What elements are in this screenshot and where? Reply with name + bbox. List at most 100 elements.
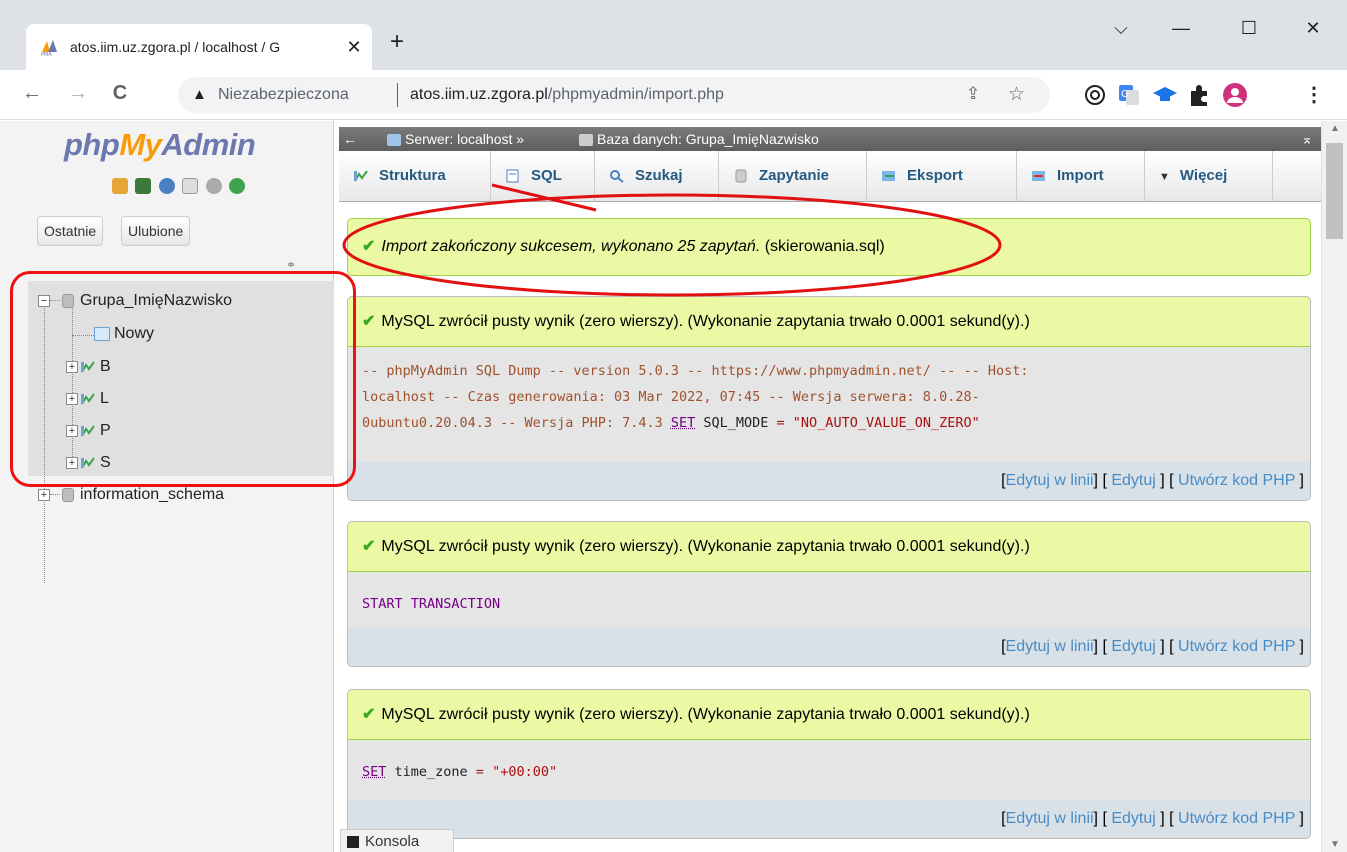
back-button[interactable]: ←	[18, 82, 46, 105]
logout-icon[interactable]	[135, 178, 152, 194]
minimize-button[interactable]: —	[1166, 18, 1196, 39]
sql-line: 0ubuntu0.20.04.3 -- Wersja PHP: 7.4.3 SE…	[362, 410, 1296, 436]
tab-close-icon[interactable]: ✕	[342, 35, 366, 59]
sql-code[interactable]: SET time_zone = "+00:00"	[348, 740, 1310, 785]
collapse-nav-arrow-icon[interactable]: ←	[343, 127, 357, 151]
google-translate-icon[interactable]: G	[1116, 82, 1142, 108]
reload-nav-icon[interactable]	[229, 178, 246, 194]
result-status: ✔ MySQL zwrócił pusty wynik (zero wierszy…	[348, 522, 1310, 572]
not-secure-warning-icon[interactable]: ▲	[192, 86, 207, 103]
logo-my: My	[119, 127, 162, 162]
result-actions: [Edytuj w linii] [ Edytuj ] [ Utwórz kod…	[348, 628, 1310, 666]
home-icon[interactable]	[112, 178, 128, 194]
sql-statement: START TRANSACTION	[362, 596, 501, 612]
new-tab-button[interactable]: +	[390, 30, 404, 54]
db-name-label: information_schema	[80, 486, 225, 503]
help-icon[interactable]	[158, 178, 175, 194]
scroll-down-arrow-icon[interactable]: ▼	[1330, 839, 1340, 850]
page-scrollbar[interactable]: ▲ ▼	[1321, 121, 1347, 852]
recent-button[interactable]: Ostatnie	[37, 216, 104, 246]
forward-button[interactable]: →	[64, 82, 92, 105]
tab-more[interactable]: ▼ Więcej	[1145, 151, 1273, 202]
sql-code[interactable]: -- phpMyAdmin SQL Dump -- version 5.0.3 …	[348, 347, 1310, 436]
server-breadcrumb-bar: ← Serwer: localhost » Baza danych: Grupa…	[339, 127, 1321, 151]
phpmyadmin-favicon-icon: PMA	[41, 40, 57, 56]
phpmyadmin-logo[interactable]: phpMyAdmin	[64, 127, 256, 163]
breadcrumb-server-label: Serwer: localhost »	[405, 131, 525, 147]
address-bar[interactable]: ▲ Niezabezpieczona atos.iim.uz.zgora.pl/…	[178, 77, 1050, 113]
pma-quick-icons	[112, 178, 248, 196]
expand-expander-icon[interactable]: +	[38, 488, 50, 501]
url-text[interactable]: atos.iim.uz.zgora.pl/phpmyadmin/import.p…	[410, 86, 724, 104]
tab-title: atos.iim.uz.zgora.pl / localhost / G	[70, 39, 281, 55]
sql-comment: 0ubuntu0.20.04.3 -- Wersja PHP: 7.4.3	[362, 415, 671, 431]
extension-circle-icon[interactable]	[1082, 82, 1108, 108]
docs-icon[interactable]	[182, 178, 199, 194]
logo-php: php	[64, 127, 120, 162]
inline-edit-link[interactable]: Edytuj w linii	[1006, 472, 1094, 489]
console-toggle[interactable]: Konsola	[340, 829, 454, 852]
success-check-icon: ✔	[362, 313, 376, 330]
create-php-link[interactable]: Utwórz kod PHP	[1178, 638, 1295, 655]
browser-menu-icon[interactable]: ⋮	[1300, 82, 1328, 107]
tab-label: Import	[1057, 167, 1104, 184]
tab-search-icon[interactable]: ⌵	[1106, 18, 1136, 39]
settings-gear-icon[interactable]	[205, 178, 222, 194]
browser-window: PMA atos.iim.uz.zgora.pl / localhost / G…	[0, 0, 1347, 852]
omnibox-divider	[397, 83, 398, 107]
breadcrumb-db-label: Baza danych: Grupa_ImięNazwisko	[597, 131, 819, 147]
edit-link[interactable]: Edytuj	[1111, 810, 1155, 827]
sql-identifier: SQL_MODE	[695, 415, 777, 431]
server-icon	[387, 134, 401, 147]
success-check-icon: ✔	[362, 538, 376, 555]
favorites-button[interactable]: Ulubione	[121, 216, 191, 246]
url-path: /phpmyadmin/import.php	[547, 86, 724, 103]
graduation-cap-extension-icon[interactable]	[1152, 82, 1178, 108]
security-label[interactable]: Niezabezpieczona	[218, 86, 349, 104]
share-icon[interactable]: ⇪	[966, 84, 980, 104]
sql-line: -- phpMyAdmin SQL Dump -- version 5.0.3 …	[362, 363, 1029, 379]
sql-keyword-link[interactable]: SET	[362, 764, 386, 780]
create-php-link[interactable]: Utwórz kod PHP	[1178, 810, 1295, 827]
database-icon	[62, 487, 74, 502]
scrollbar-thumb[interactable]	[1326, 143, 1343, 239]
result-actions: [Edytuj w linii] [ Edytuj ] [ Utwórz kod…	[348, 800, 1310, 838]
console-icon	[347, 836, 359, 849]
close-window-button[interactable]: ✕	[1298, 18, 1328, 39]
edit-link[interactable]: Edytuj	[1111, 638, 1155, 655]
annotation-tree-highlight	[10, 271, 356, 487]
sql-code[interactable]: START TRANSACTION	[348, 572, 1310, 617]
browser-tab[interactable]: PMA atos.iim.uz.zgora.pl / localhost / G…	[26, 24, 372, 70]
breadcrumb-database[interactable]: Baza danych: Grupa_ImięNazwisko	[579, 127, 819, 151]
more-arrow-icon: ▼	[1159, 171, 1170, 183]
sql-string: "+00:00"	[483, 764, 558, 780]
result-status-text: MySQL zwrócił pusty wynik (zero wierszy)…	[381, 706, 1030, 723]
bookmark-star-icon[interactable]: ☆	[1008, 83, 1025, 106]
sql-identifier: time_zone	[386, 764, 476, 780]
maximize-button[interactable]: ☐	[1234, 18, 1264, 39]
result-status: ✔ MySQL zwrócił pusty wynik (zero wierszy…	[348, 690, 1310, 740]
scroll-up-arrow-icon[interactable]: ▲	[1330, 123, 1340, 134]
sql-keyword-link[interactable]: SET	[671, 415, 695, 431]
link-with-main-icon[interactable]: ⚭	[286, 258, 296, 272]
profile-avatar-icon[interactable]	[1222, 82, 1248, 108]
inline-edit-link[interactable]: Edytuj w linii	[1006, 810, 1094, 827]
sql-operator: =	[475, 764, 484, 780]
tab-strip: PMA atos.iim.uz.zgora.pl / localhost / G…	[0, 0, 1347, 73]
breadcrumb-server[interactable]: Serwer: localhost »	[387, 127, 524, 151]
annotation-arrow	[342, 183, 1002, 297]
collapse-top-icon[interactable]: ⌅	[1301, 127, 1313, 151]
inline-edit-link[interactable]: Edytuj w linii	[1006, 638, 1094, 655]
sql-string: "NO_AUTO_VALUE_ON_ZERO"	[784, 415, 980, 431]
url-host: atos.iim.uz.zgora.pl	[410, 86, 548, 103]
result-status-text: MySQL zwrócił pusty wynik (zero wierszy)…	[381, 313, 1030, 330]
logo-admin: Admin	[161, 127, 256, 162]
query-result-2: ✔ MySQL zwrócił pusty wynik (zero wierszy…	[347, 521, 1311, 667]
edit-link[interactable]: Edytuj	[1111, 472, 1155, 489]
create-php-link[interactable]: Utwórz kod PHP	[1178, 472, 1295, 489]
success-check-icon: ✔	[362, 706, 376, 723]
page-content: phpMyAdmin Ostatnie Ulubione ⚭ − Grupa_Im…	[0, 121, 1347, 852]
console-label: Konsola	[365, 833, 420, 850]
extensions-puzzle-icon[interactable]	[1186, 82, 1212, 108]
reload-button[interactable]: C	[106, 82, 134, 105]
